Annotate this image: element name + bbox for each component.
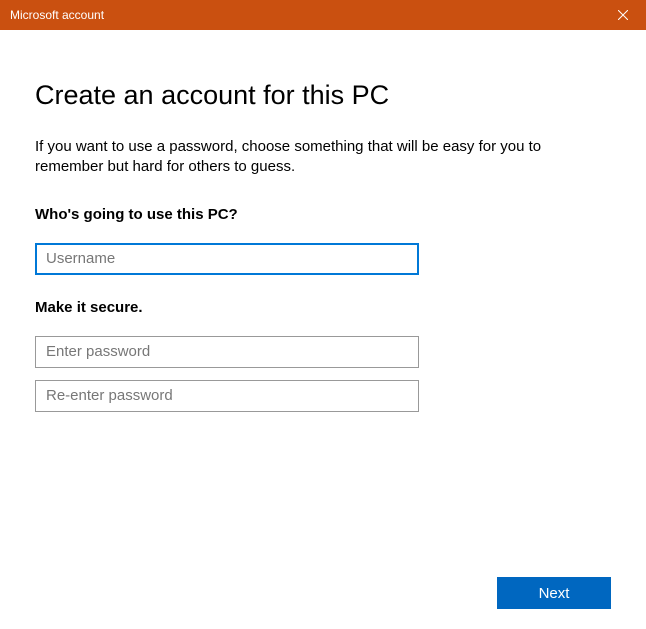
titlebar: Microsoft account <box>0 0 646 30</box>
close-button[interactable] <box>600 0 646 30</box>
close-icon <box>618 10 628 20</box>
password-input[interactable] <box>35 336 419 368</box>
password-section: Make it secure. <box>35 299 611 412</box>
page-title: Create an account for this PC <box>35 80 611 111</box>
username-section-label: Who's going to use this PC? <box>35 206 611 223</box>
username-input[interactable] <box>35 243 419 275</box>
content-area: Create an account for this PC If you wan… <box>0 30 646 412</box>
page-subtitle: If you want to use a password, choose so… <box>35 137 611 178</box>
footer: Next <box>497 577 611 609</box>
username-section: Who's going to use this PC? <box>35 206 611 275</box>
password-section-label: Make it secure. <box>35 299 611 316</box>
next-button[interactable]: Next <box>497 577 611 609</box>
password-confirm-input[interactable] <box>35 380 419 412</box>
window-title: Microsoft account <box>10 8 104 22</box>
